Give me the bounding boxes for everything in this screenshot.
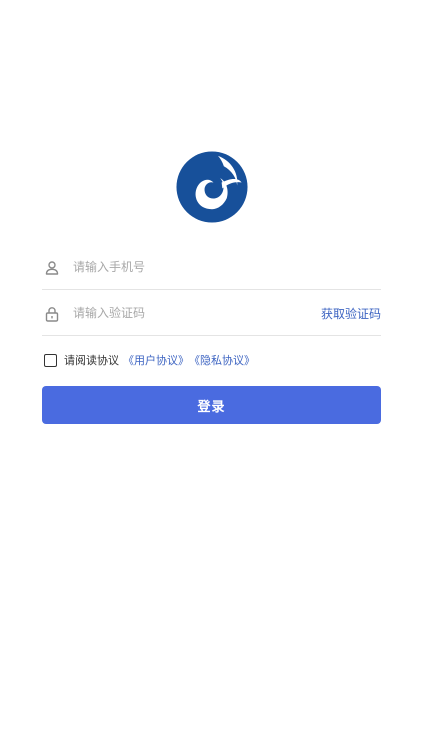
user-agreement-link[interactable]: 《用户协议》 [123, 352, 189, 368]
phone-field [42, 246, 381, 290]
phone-input[interactable] [73, 246, 303, 288]
agreement-checkbox[interactable] [44, 353, 57, 367]
lock-icon [44, 306, 60, 322]
agreement-text: 请阅读协议 [64, 354, 119, 367]
get-code-button[interactable]: 获取验证码 [321, 306, 381, 322]
swirl-logo-icon [176, 151, 248, 223]
login-button[interactable]: 登录 [42, 386, 381, 424]
code-field: 获取验证码 [42, 292, 381, 336]
privacy-agreement-link[interactable]: 《隐私协议》 [189, 352, 255, 368]
user-icon [44, 260, 60, 276]
agreement-row: 请阅读协议 《用户协议》 《隐私协议》 [44, 351, 255, 369]
app-logo [175, 150, 249, 224]
verification-code-input[interactable] [73, 292, 303, 334]
